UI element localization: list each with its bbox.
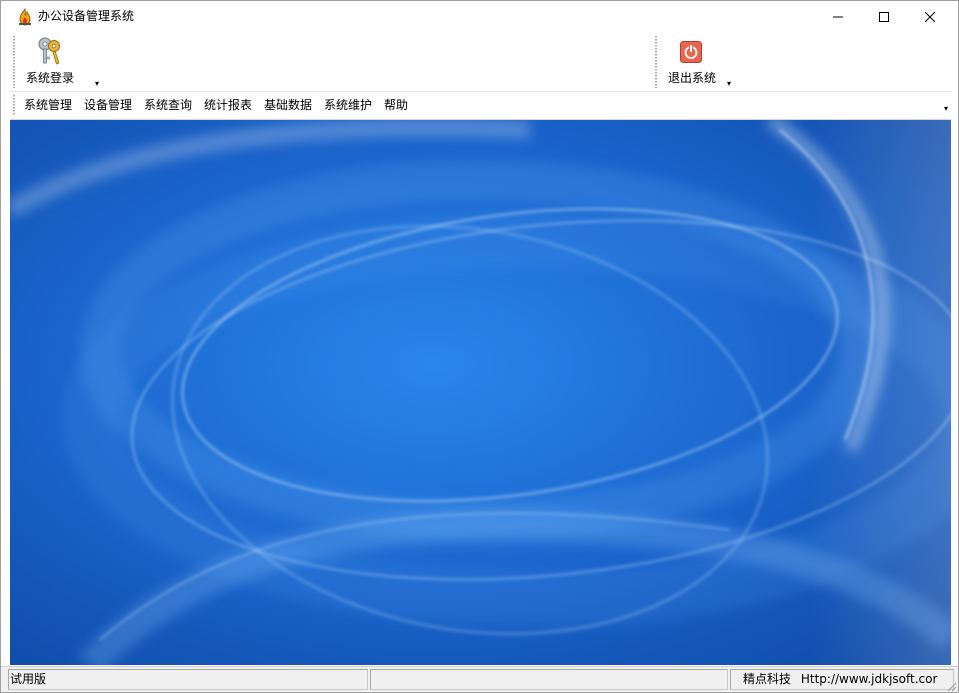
login-dropdown-arrow[interactable]: ▾ bbox=[95, 80, 99, 88]
main-toolbar: 系统登录 ▾ 退出系统 ▾ bbox=[10, 32, 951, 92]
maximize-icon bbox=[879, 11, 889, 22]
toolbar-grip[interactable] bbox=[13, 36, 15, 88]
window-title: 办公设备管理系统 bbox=[38, 9, 135, 23]
main-window: 办公设备管理系统 系统登录 ▾ 退出系统 ▾ 系统管理 设备管理 系统查询 统计… bbox=[0, 0, 959, 693]
login-keys-icon bbox=[38, 37, 60, 65]
exit-system-button[interactable]: 退出系统 ▾ bbox=[664, 32, 739, 90]
toolbar-grip-2[interactable] bbox=[655, 36, 657, 88]
menu-bar: 系统管理 设备管理 系统查询 统计报表 基础数据 系统维护 帮助 ▾ bbox=[10, 92, 951, 120]
exit-dropdown-arrow[interactable]: ▾ bbox=[727, 80, 731, 88]
chevron-down-icon[interactable]: ▾ bbox=[944, 105, 948, 113]
close-icon bbox=[925, 11, 935, 22]
minimize-icon bbox=[833, 16, 843, 17]
menubar-grip[interactable] bbox=[13, 95, 15, 115]
menu-system-query[interactable]: 系统查询 bbox=[144, 98, 192, 112]
power-exit-icon bbox=[680, 41, 702, 63]
menu-help[interactable]: 帮助 bbox=[384, 98, 408, 112]
blue-swirl-wallpaper bbox=[10, 120, 951, 665]
status-middle-panel bbox=[370, 669, 728, 690]
status-edition: 试用版 bbox=[8, 669, 368, 690]
status-company-url: Http://www.jdkjsoft.cor bbox=[800, 672, 938, 686]
workspace-area[interactable] bbox=[10, 120, 951, 665]
flame-app-icon[interactable] bbox=[16, 8, 34, 26]
status-company-name: 精点科技 bbox=[743, 672, 792, 686]
status-bar: 试用版 精点科技 Http://www.jdkjsoft.cor bbox=[1, 666, 958, 692]
close-button[interactable] bbox=[907, 1, 953, 32]
login-button-label: 系统登录 bbox=[26, 71, 75, 85]
resize-grip-icon[interactable] bbox=[945, 680, 957, 692]
menu-system-maintenance[interactable]: 系统维护 bbox=[324, 98, 372, 112]
menu-system-management[interactable]: 系统管理 bbox=[24, 98, 72, 112]
menu-basic-data[interactable]: 基础数据 bbox=[264, 98, 312, 112]
minimize-button[interactable] bbox=[815, 1, 861, 32]
status-company: 精点科技 Http://www.jdkjsoft.cor bbox=[730, 669, 954, 690]
menu-equipment-management[interactable]: 设备管理 bbox=[84, 98, 132, 112]
maximize-button[interactable] bbox=[861, 1, 907, 32]
status-edition-text: 试用版 bbox=[10, 672, 47, 686]
title-bar[interactable]: 办公设备管理系统 bbox=[1, 1, 958, 32]
login-button[interactable]: 系统登录 ▾ bbox=[22, 32, 99, 90]
menu-statistics-report[interactable]: 统计报表 bbox=[204, 98, 252, 112]
exit-system-label: 退出系统 bbox=[668, 71, 717, 85]
